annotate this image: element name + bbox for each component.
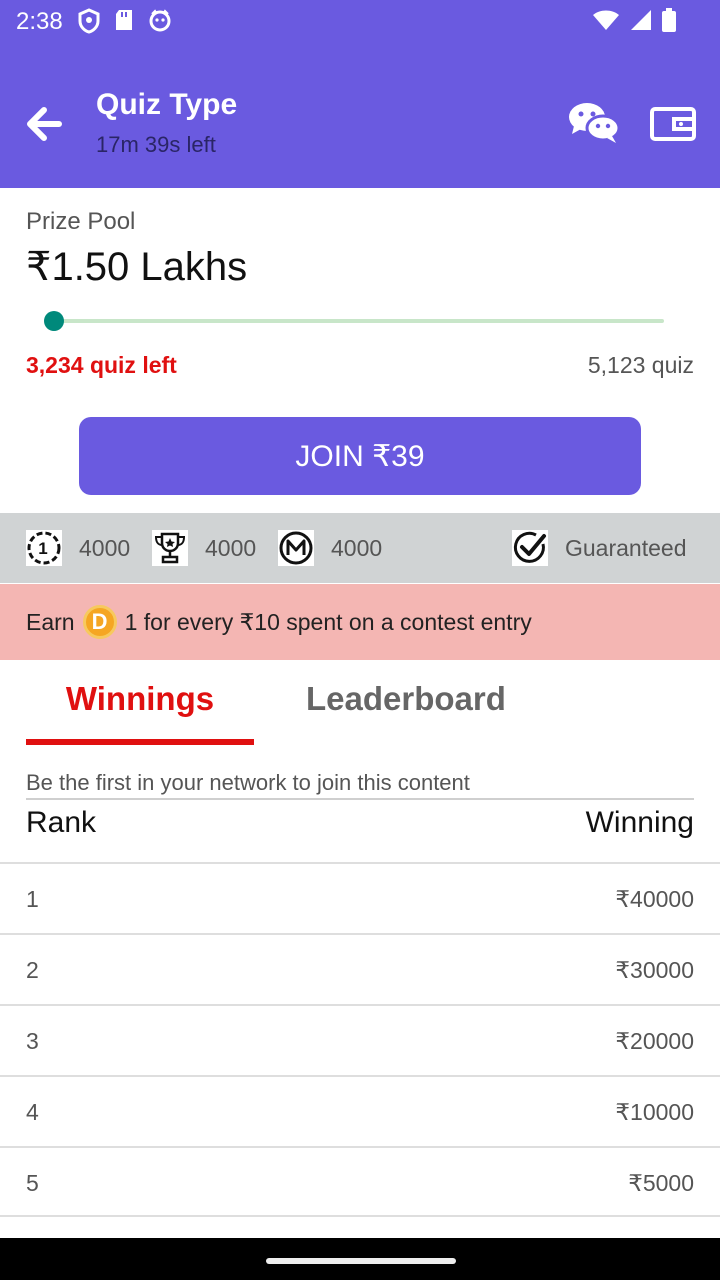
guaranteed-label: Guaranteed [565, 534, 687, 561]
arrow-left-icon [27, 107, 62, 141]
d-coin-icon: D [82, 605, 117, 639]
shield-icon [78, 8, 100, 34]
prize-pool-label: Prize Pool [26, 208, 136, 235]
status-time: 2:38 [16, 8, 63, 35]
table-row: 1 ₹40000 [0, 862, 720, 933]
progress-thumb [44, 311, 64, 331]
app-bar: Quiz Type 17m 39s left [0, 44, 720, 188]
table-row: 2 ₹30000 [0, 933, 720, 1004]
chat-button[interactable] [566, 100, 622, 146]
row-rank: 1 [26, 886, 39, 912]
divider [26, 798, 694, 800]
trophy-icon [152, 530, 188, 566]
guaranteed-badge: Guaranteed [512, 513, 686, 583]
tab-leaderboard[interactable]: Leaderboard [306, 680, 506, 718]
status-bar: 2:38 [0, 0, 720, 44]
table-row: 3 ₹20000 [0, 1004, 720, 1075]
wifi-icon [593, 10, 619, 30]
stat-value: 4000 [79, 534, 131, 561]
time-left: 17m 39s left [96, 132, 216, 157]
wallet-button[interactable] [650, 106, 696, 142]
row-amount: ₹40000 [615, 886, 694, 912]
row-rank: 4 [26, 1099, 39, 1125]
stat-value: 4000 [205, 534, 257, 561]
join-button[interactable]: JOIN ₹39 [79, 417, 641, 495]
stat-value: 4000 [331, 534, 383, 561]
quiz-progress-bar [48, 319, 664, 323]
first-place-icon: 1 [26, 530, 62, 566]
row-amount: ₹10000 [615, 1099, 694, 1125]
column-header-rank: Rank [26, 806, 97, 839]
earn-suffix: 1 for every ₹10 spent on a contest entry [124, 608, 532, 635]
row-rank: 2 [26, 957, 39, 983]
stat-m-coins: 4000 [278, 513, 382, 583]
system-nav-bar [0, 1238, 720, 1280]
status-icons-right [592, 8, 676, 32]
check-circle-icon [512, 530, 548, 566]
row-amount: ₹20000 [615, 1028, 694, 1054]
stat-trophy: 4000 [152, 513, 256, 583]
row-amount: ₹30000 [615, 957, 694, 983]
quiz-total-count: 5,123 quiz [587, 352, 694, 378]
row-rank: 5 [26, 1170, 39, 1196]
table-row: 5 ₹5000 [0, 1146, 720, 1217]
earn-banner: Earn D 1 for every ₹10 spent on a contes… [0, 584, 720, 660]
tab-winnings[interactable]: Winnings [26, 680, 254, 718]
active-tab-indicator [26, 739, 254, 745]
wechat-icon [569, 103, 621, 143]
winnings-table: 1 ₹40000 2 ₹30000 3 ₹20000 4 ₹10000 5 ₹5… [0, 862, 720, 1217]
wallet-icon [650, 107, 696, 141]
home-gesture-handle[interactable] [266, 1258, 456, 1264]
quiz-left-count: 3,234 quiz left [26, 352, 177, 378]
status-icons-left [78, 8, 172, 34]
column-header-winning: Winning [585, 806, 694, 839]
sd-card-icon [116, 10, 132, 30]
back-button[interactable] [22, 102, 66, 146]
m-circle-icon [278, 530, 314, 566]
page-title: Quiz Type [96, 88, 238, 121]
row-rank: 3 [26, 1028, 39, 1054]
contest-stats-bar: 1 4000 4000 4000 Guaranteed [0, 513, 720, 583]
svg-text:1: 1 [38, 539, 47, 558]
battery-icon [662, 8, 676, 32]
cellular-signal-icon [631, 10, 651, 30]
earn-prefix: Earn [26, 608, 75, 635]
stat-first-place: 1 4000 [26, 513, 130, 583]
row-amount: ₹5000 [628, 1170, 694, 1196]
cat-face-icon [149, 9, 171, 32]
prize-pool-value: ₹1.50 Lakhs [26, 245, 248, 289]
network-note: Be the first in your network to join thi… [26, 770, 470, 795]
table-row: 4 ₹10000 [0, 1075, 720, 1146]
